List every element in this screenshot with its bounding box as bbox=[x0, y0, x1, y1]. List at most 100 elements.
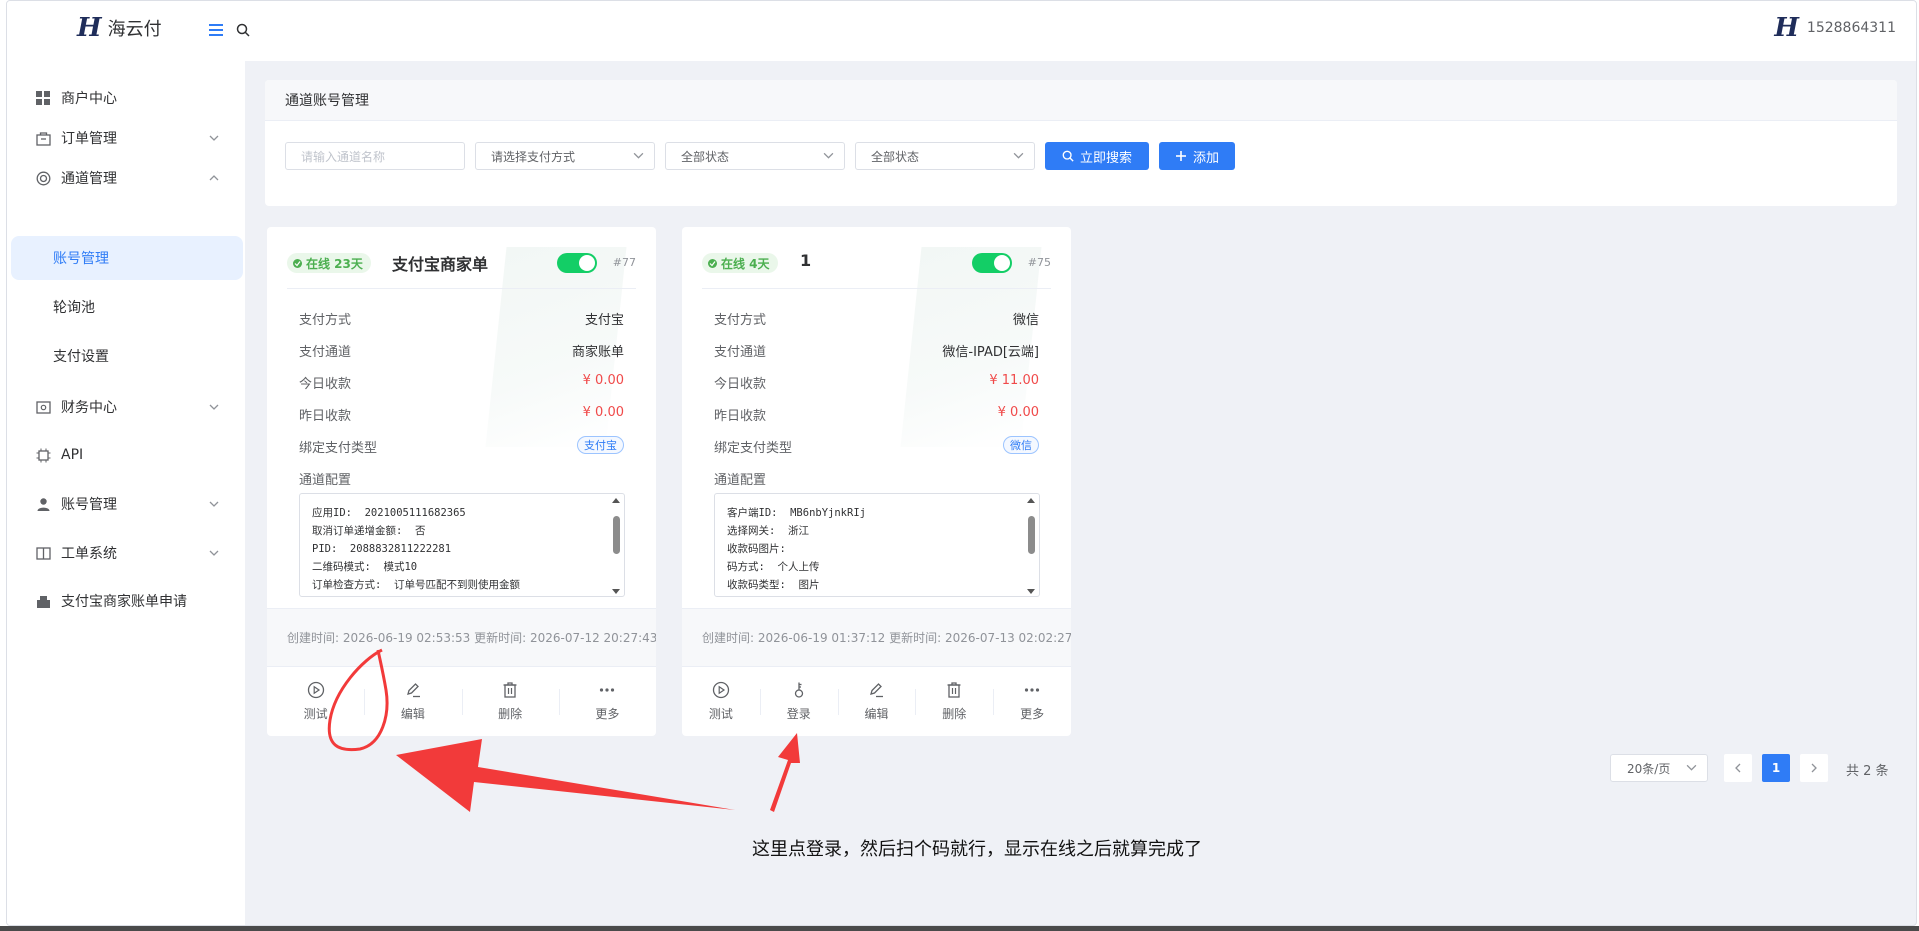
delete-button[interactable]: 删除 bbox=[461, 667, 559, 736]
next-page-button[interactable] bbox=[1800, 754, 1828, 782]
login-button[interactable]: 登录 bbox=[759, 667, 838, 736]
channel-card: 在线 4天 1 #75 支付方式 微信 支付通道 微信-IPAD[云端] 今日收… bbox=[682, 227, 1071, 736]
search-button[interactable]: 立即搜索 bbox=[1045, 142, 1149, 170]
edit-icon bbox=[406, 683, 420, 698]
channel-value: 商家账单 bbox=[571, 345, 624, 360]
edit-label: 编辑 bbox=[864, 707, 889, 721]
card-actions: 测试 登录 编辑 删除 更多 bbox=[682, 667, 1071, 736]
sidebar-item-api[interactable]: API bbox=[7, 435, 245, 475]
sidebar-item-alipay-bill-apply[interactable]: 支付宝商家账单申请 bbox=[7, 581, 245, 621]
more-button[interactable]: 更多 bbox=[558, 667, 656, 736]
edit-button[interactable]: 编辑 bbox=[837, 667, 916, 736]
trash-icon bbox=[947, 682, 961, 698]
menu-toggle-icon[interactable] bbox=[205, 19, 227, 41]
config-label: 通道配置 bbox=[714, 473, 767, 488]
sidebar-item-polling-pool[interactable]: 轮询池 bbox=[11, 285, 243, 329]
card-actions: 测试 编辑 删除 更多 bbox=[267, 667, 656, 736]
play-icon bbox=[712, 681, 730, 699]
user-name: 1528864311 bbox=[1806, 20, 1896, 36]
more-button[interactable]: 更多 bbox=[993, 667, 1071, 736]
sidebar: 商户中心 订单管理 通道管理 账号管理 轮询池 支付设置 财务中心 API 账号… bbox=[7, 61, 245, 925]
edit-button[interactable]: 编辑 bbox=[364, 667, 461, 736]
toggle-knob bbox=[994, 255, 1010, 271]
more-label: 更多 bbox=[1020, 707, 1045, 721]
config-content: 应用ID: 2021005111682365 取消订单递增金额: 否 PID: … bbox=[312, 507, 520, 591]
chevron-down-icon bbox=[209, 400, 219, 416]
config-textarea[interactable]: 客户端ID: MB6nbYjnkRIj 选择网关: 浙江 收款码图片: 码方式:… bbox=[714, 493, 1040, 597]
today-value: ¥ 0.00 bbox=[582, 373, 624, 388]
channel-icon bbox=[35, 170, 51, 186]
enable-toggle[interactable] bbox=[972, 253, 1012, 273]
prev-page-button[interactable] bbox=[1724, 754, 1752, 782]
grid-icon bbox=[35, 90, 51, 106]
test-button[interactable]: 测试 bbox=[682, 667, 760, 736]
search-icon bbox=[1062, 150, 1074, 162]
bind-type-tag: 微信 bbox=[1003, 436, 1039, 454]
toggle-knob bbox=[579, 255, 595, 271]
pay-method-label: 支付方式 bbox=[299, 313, 352, 328]
user-menu[interactable]: H 1528864311 bbox=[1774, 13, 1896, 43]
yesterday-label: 昨日收款 bbox=[714, 409, 767, 424]
sidebar-item-finance[interactable]: 财务中心 bbox=[7, 387, 245, 427]
delete-button[interactable]: 删除 bbox=[915, 667, 993, 736]
app-frame: H 海云付 H 1528864311 商户中心 订单管理 通道管理 账号管理 轮… bbox=[6, 0, 1917, 926]
today-label: 今日收款 bbox=[714, 377, 767, 392]
sidebar-item-label: API bbox=[61, 447, 84, 463]
chevron-down-icon bbox=[633, 150, 644, 164]
today-label: 今日收款 bbox=[299, 377, 352, 392]
sidebar-item-label: 账号管理 bbox=[53, 251, 109, 267]
status-badge-text: 在线 4天 bbox=[721, 256, 770, 271]
sidebar-item-channels[interactable]: 通道管理 bbox=[7, 158, 245, 198]
page-number-button[interactable]: 1 bbox=[1762, 754, 1790, 782]
sidebar-item-tickets[interactable]: 工单系统 bbox=[7, 533, 245, 573]
status-badge: 在线 23天 bbox=[287, 253, 371, 273]
logo-text: 海云付 bbox=[107, 19, 162, 40]
sidebar-item-accounts[interactable]: 账号管理 bbox=[7, 484, 245, 524]
sidebar-item-label: 账号管理 bbox=[61, 497, 117, 513]
sidebar-item-label: 支付设置 bbox=[53, 349, 109, 365]
user-icon bbox=[35, 496, 51, 512]
scrollbar[interactable] bbox=[1025, 498, 1037, 594]
chevron-right-icon bbox=[1811, 763, 1817, 773]
logo: H 海云付 bbox=[77, 13, 162, 43]
status-select-1[interactable]: 全部状态 bbox=[665, 142, 845, 170]
chevron-down-icon bbox=[209, 131, 219, 147]
chip-icon bbox=[35, 447, 51, 463]
page-size-select[interactable]: 20条/页 bbox=[1610, 754, 1708, 782]
more-icon bbox=[600, 688, 615, 692]
channel-card: 在线 23天 支付宝商家单 #77 支付方式 支付宝 支付通道 商家账单 今日收… bbox=[267, 227, 656, 736]
edit-label: 编辑 bbox=[400, 707, 425, 721]
sidebar-item-account-management[interactable]: 账号管理 bbox=[11, 236, 243, 280]
scrollbar[interactable] bbox=[610, 498, 622, 594]
filter-panel: 通道账号管理 请输入通道名称 请选择支付方式 全部状态 全部状态 立即搜索 添加 bbox=[265, 80, 1897, 206]
select-value: 全部状态 bbox=[681, 149, 730, 164]
config-textarea[interactable]: 应用ID: 2021005111682365 取消订单递增金额: 否 PID: … bbox=[299, 493, 625, 597]
sidebar-item-payment-settings[interactable]: 支付设置 bbox=[11, 334, 243, 378]
bind-type-label: 绑定支付类型 bbox=[299, 441, 378, 456]
pay-method-select[interactable]: 请选择支付方式 bbox=[475, 142, 655, 170]
pay-method-value: 微信 bbox=[1012, 313, 1039, 328]
today-value: ¥ 11.00 bbox=[989, 373, 1039, 388]
channel-label: 支付通道 bbox=[299, 345, 352, 360]
status-badge: 在线 4天 bbox=[702, 253, 778, 273]
card-timestamps: 创建时间: 2026-06-19 01:37:12 更新时间: 2026-07-… bbox=[682, 608, 1071, 667]
trash-icon bbox=[503, 682, 517, 698]
sidebar-item-label: 商户中心 bbox=[61, 91, 117, 107]
add-button[interactable]: 添加 bbox=[1159, 142, 1235, 170]
status-select-2[interactable]: 全部状态 bbox=[855, 142, 1035, 170]
sidebar-item-orders[interactable]: 订单管理 bbox=[7, 118, 245, 158]
delete-label: 删除 bbox=[942, 707, 967, 721]
annotation-text: 这里点登录，然后扫个码就行，显示在线之后就算完成了 bbox=[752, 839, 1202, 860]
test-button[interactable]: 测试 bbox=[267, 667, 364, 736]
channel-name-input[interactable]: 请输入通道名称 bbox=[285, 142, 465, 170]
sidebar-item-label: 支付宝商家账单申请 bbox=[61, 594, 187, 610]
pay-method-label: 支付方式 bbox=[714, 313, 767, 328]
card-timestamps: 创建时间: 2026-06-19 02:53:53 更新时间: 2026-07-… bbox=[267, 608, 656, 667]
select-value: 全部状态 bbox=[871, 149, 920, 164]
test-label: 测试 bbox=[708, 707, 733, 721]
book-icon bbox=[35, 545, 51, 561]
search-icon[interactable] bbox=[232, 19, 254, 41]
bind-type-tag: 支付宝 bbox=[577, 436, 624, 454]
enable-toggle[interactable] bbox=[557, 253, 597, 273]
sidebar-item-merchant-center[interactable]: 商户中心 bbox=[7, 78, 245, 118]
